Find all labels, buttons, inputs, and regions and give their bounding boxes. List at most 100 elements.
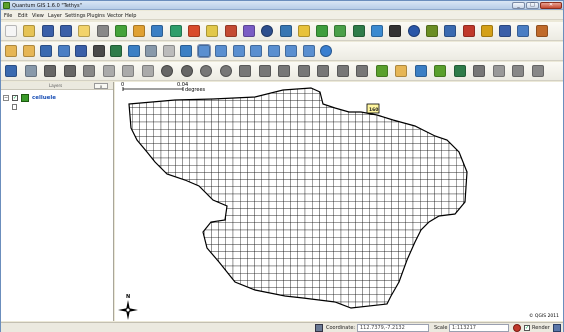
add-line-icon[interactable] <box>63 65 76 77</box>
zoom-next-icon[interactable] <box>302 45 315 57</box>
coordinate-field[interactable]: 112.7379,-7.2132 <box>357 324 429 332</box>
python-console-icon[interactable] <box>279 25 292 37</box>
projection-icon[interactable] <box>553 324 561 332</box>
print-composer-icon[interactable] <box>78 25 91 37</box>
plugin-grass-icon[interactable] <box>334 25 347 37</box>
minimize-button[interactable]: _ <box>512 2 525 9</box>
open-project-icon[interactable] <box>23 25 36 37</box>
delete-selected-icon[interactable] <box>141 65 154 77</box>
add-point-icon[interactable] <box>44 65 56 77</box>
field-calculator-icon[interactable] <box>57 45 70 57</box>
add-vector-layer-icon[interactable] <box>114 25 127 37</box>
fill-ring-icon[interactable] <box>453 65 466 77</box>
plugin-pdf-icon[interactable] <box>462 25 475 37</box>
close-button[interactable]: ✕ <box>540 2 562 9</box>
new-project-icon[interactable] <box>5 25 17 37</box>
layers-panel-header[interactable]: Layers x <box>1 82 113 90</box>
plugin-chart-icon[interactable] <box>389 25 402 37</box>
label-icon[interactable] <box>127 45 140 57</box>
plugin-line-icon[interactable] <box>499 25 512 37</box>
new-vector-layer-icon[interactable] <box>206 25 219 37</box>
options-icon[interactable] <box>261 25 274 37</box>
menu-plugins[interactable]: Plugins <box>87 13 105 19</box>
toggle-extents-icon[interactable] <box>315 324 323 332</box>
annotation-icon[interactable] <box>375 65 388 77</box>
refresh-icon[interactable] <box>320 45 332 57</box>
undo-icon[interactable] <box>161 65 173 77</box>
add-postgis-layer-icon[interactable] <box>151 25 164 37</box>
pan-map-icon[interactable] <box>5 45 17 57</box>
zoom-selection-icon[interactable] <box>267 45 280 57</box>
attribute-table-icon[interactable] <box>75 45 87 57</box>
layers-panel-close-button[interactable]: x <box>94 83 108 89</box>
node-tool-icon[interactable] <box>122 65 134 77</box>
menu-edit[interactable]: Edit <box>18 13 28 19</box>
plugin-db-icon[interactable] <box>517 25 530 37</box>
open-table-icon[interactable] <box>40 45 52 57</box>
add-wfs-layer-icon[interactable] <box>242 25 255 37</box>
map-tips-icon[interactable] <box>162 45 175 57</box>
plugin-table-icon[interactable] <box>352 25 365 37</box>
plugin-gear-icon[interactable] <box>425 25 438 37</box>
save-as-icon[interactable] <box>59 25 72 37</box>
snap-icon[interactable] <box>512 65 524 77</box>
layer-expand-toggle[interactable]: − <box>3 95 9 101</box>
layer-name[interactable]: celluele <box>32 95 56 101</box>
simplify-icon[interactable] <box>200 65 212 77</box>
form-annotation-icon[interactable] <box>414 65 427 77</box>
move-feature-icon[interactable] <box>102 65 115 77</box>
plugin-green-icon[interactable] <box>316 25 329 37</box>
plugin-yellow-icon[interactable] <box>297 25 310 37</box>
scale-field[interactable]: 1:113217 <box>449 324 509 332</box>
rotate-icon[interactable] <box>356 65 368 77</box>
plugin-pen-icon[interactable] <box>480 25 493 37</box>
menu-view[interactable]: View <box>32 13 44 19</box>
zoom-last-icon[interactable] <box>285 45 297 57</box>
zoom-out-icon[interactable] <box>215 45 227 57</box>
delete-part-icon[interactable] <box>278 65 290 77</box>
menu-layer[interactable]: Layer <box>48 13 62 19</box>
toggle-editing-icon[interactable] <box>5 65 17 77</box>
stop-render-icon[interactable] <box>513 324 521 332</box>
menu-vector[interactable]: Vector <box>107 13 123 19</box>
redo-icon[interactable] <box>180 65 193 77</box>
offset-curve-icon[interactable] <box>434 65 446 77</box>
zoom-full-icon[interactable] <box>232 45 245 57</box>
save-edits-icon[interactable] <box>24 65 37 77</box>
zoom-in-icon[interactable] <box>196 44 211 58</box>
plugin-edit-icon[interactable] <box>444 25 457 37</box>
add-part-icon[interactable] <box>239 65 251 77</box>
plugin-compass-icon[interactable] <box>407 25 420 37</box>
gps-icon[interactable] <box>531 65 544 77</box>
zoom-layer-icon[interactable] <box>250 45 262 57</box>
digitize-icon[interactable] <box>473 65 485 77</box>
add-raster-layer-icon[interactable] <box>133 25 146 37</box>
render-checkbox[interactable]: ✓ <box>524 325 530 331</box>
map-canvas[interactable]: 160 0 0.04 degrees N © QGIS 2011 <box>115 82 563 321</box>
save-project-icon[interactable] <box>41 25 54 37</box>
split-icon[interactable] <box>317 65 329 77</box>
title-bar[interactable]: Quantum GIS 1.6.0 "Tethys" _ □ ✕ <box>1 1 563 10</box>
add-wms-layer-icon[interactable] <box>188 25 200 37</box>
print-icon[interactable] <box>96 25 109 37</box>
add-spatialite-layer-icon[interactable] <box>169 25 182 37</box>
merge-icon[interactable] <box>336 65 349 77</box>
reshape-icon[interactable] <box>297 65 310 77</box>
identify-icon[interactable] <box>180 45 192 57</box>
remove-layer-icon[interactable] <box>224 25 237 37</box>
vertex-icon[interactable] <box>492 65 505 77</box>
layer-visibility-checkbox[interactable]: ✓ <box>12 95 18 101</box>
menu-file[interactable]: File <box>4 13 12 19</box>
plugin-brush-icon[interactable] <box>535 25 548 37</box>
menu-settings[interactable]: Settings <box>65 13 86 19</box>
add-ring-icon[interactable] <box>219 65 232 77</box>
query-icon[interactable] <box>92 45 105 57</box>
select-feature-icon[interactable] <box>22 45 35 57</box>
plugin-globe-icon[interactable] <box>371 25 383 37</box>
bookmark-icon[interactable] <box>145 45 157 57</box>
delete-ring-icon[interactable] <box>258 65 271 77</box>
measure-icon[interactable] <box>110 45 122 57</box>
add-polygon-icon[interactable] <box>83 65 95 77</box>
layer-item-celluele[interactable]: − ✓ celluele <box>3 94 111 103</box>
maximize-button[interactable]: □ <box>526 2 539 9</box>
